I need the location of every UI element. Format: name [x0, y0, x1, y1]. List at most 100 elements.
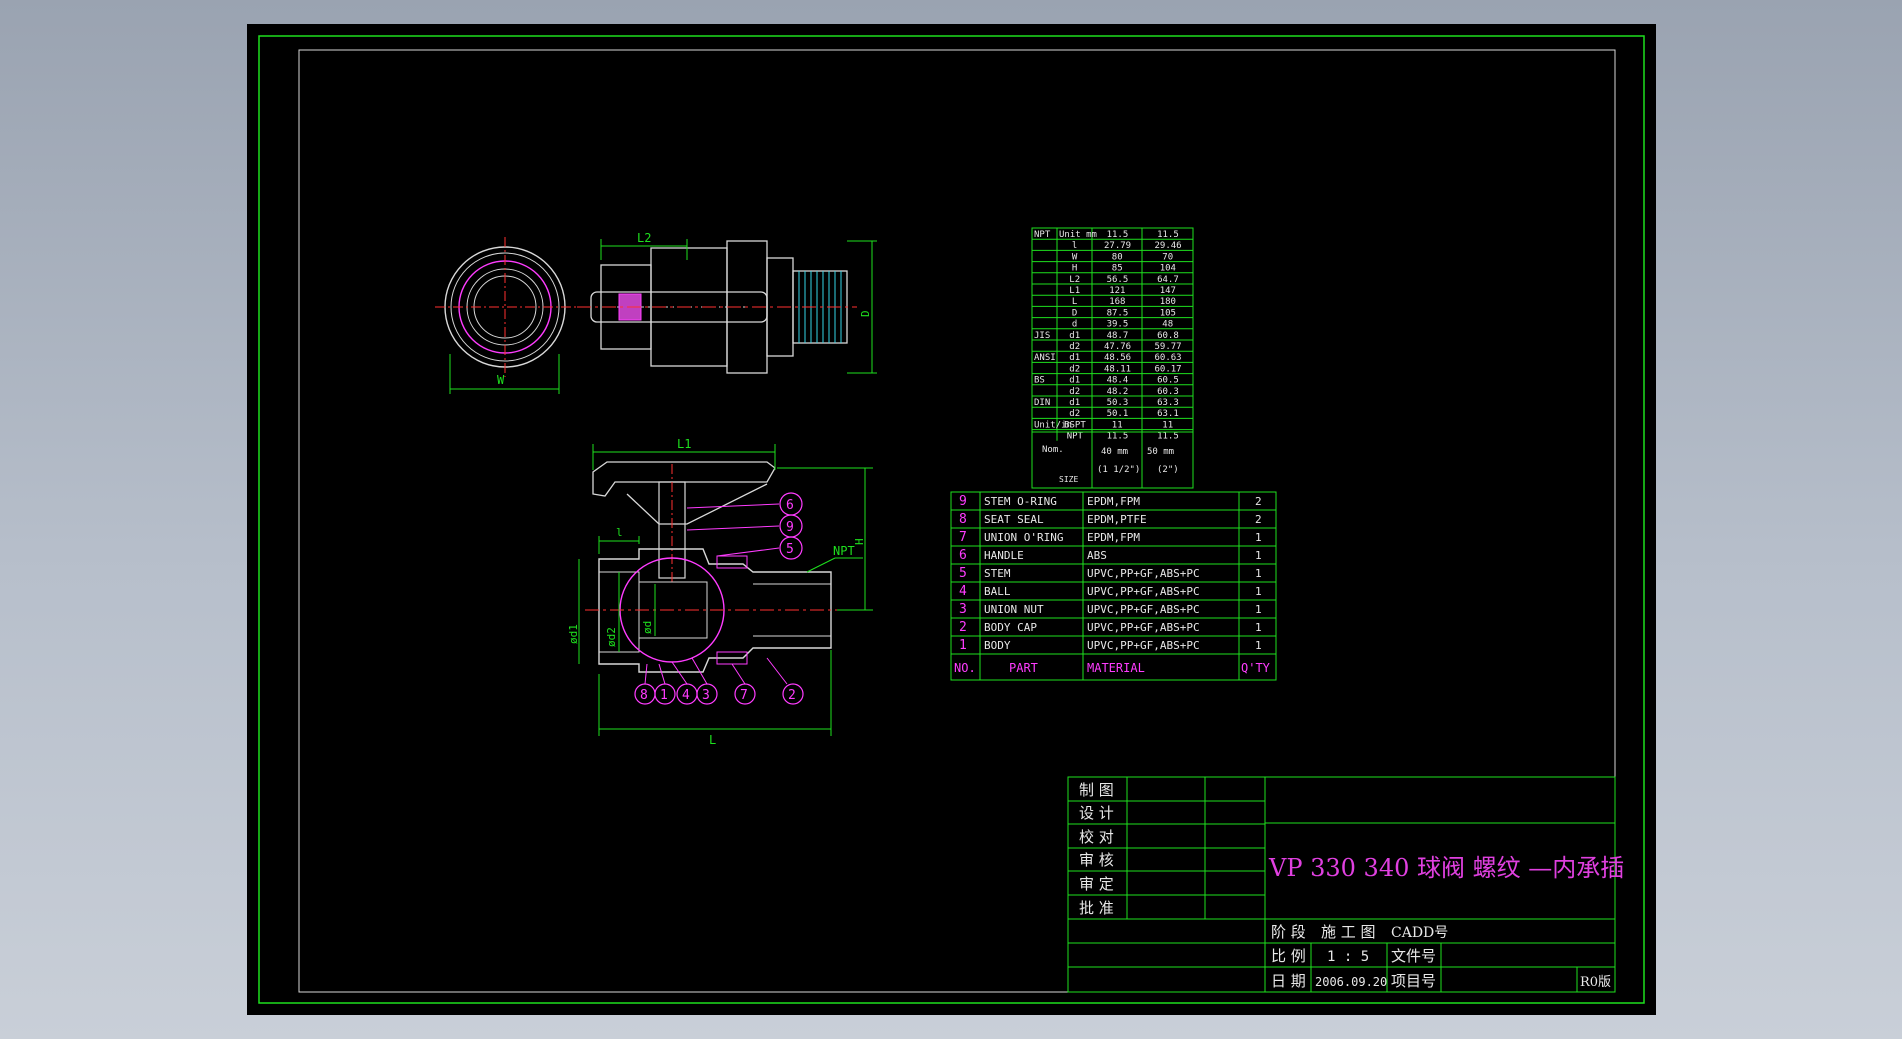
drawing-title: VP 330 340 球阀 螺纹 —内承插 — [1268, 854, 1624, 882]
parts-list-cell: 1 — [1255, 567, 1262, 580]
dim-table-cell: 11.5 — [1107, 432, 1129, 442]
tb-scale-label: 比 例 — [1271, 947, 1306, 965]
dim-table-cell: BSPT — [1064, 420, 1086, 430]
end-view: W — [435, 237, 577, 394]
dim-d2-label: ød2 — [605, 627, 618, 647]
inner-frame — [298, 49, 1616, 993]
parts-list-cell: STEM O-RING — [984, 495, 1057, 508]
tb-revision: R0版 — [1580, 975, 1611, 990]
parts-list-cell: BODY CAP — [984, 621, 1037, 634]
tb-stage-label: 阶 段 — [1271, 923, 1306, 941]
dim-table-cell: 50.3 — [1107, 398, 1129, 408]
balloons-bottom: 8 1 4 3 7 2 — [634, 657, 804, 705]
balloon-3: 3 — [702, 688, 710, 703]
dim-table-cell: 64.7 — [1157, 275, 1179, 285]
dim-table-cell: 48.56 — [1104, 353, 1131, 363]
parts-list-cell: 7 — [959, 530, 967, 545]
tb-label-approve: 审 定 — [1079, 875, 1114, 893]
parts-list-cell: 2 — [1255, 513, 1262, 526]
balloon-7: 7 — [740, 688, 748, 703]
dim-table-cell: L1 — [1069, 286, 1080, 296]
size-label: SIZE — [1059, 475, 1078, 484]
balloon-6: 6 — [786, 498, 794, 513]
dim-table-cell: 11.5 — [1157, 230, 1179, 240]
dim-table-cell: d2 — [1069, 409, 1080, 419]
dim-table-cell: Unit mm — [1059, 230, 1097, 240]
balloons-right: 6 9 5 — [779, 492, 803, 560]
dim-table-cell: 47.76 — [1104, 342, 1131, 352]
dim-table-cell: 27.79 — [1104, 241, 1131, 251]
dim-table-cell: d1 — [1069, 398, 1080, 408]
dim-table-cell: d — [1072, 320, 1077, 330]
parts-list-cell: 1 — [1255, 621, 1262, 634]
dimension-table: NPT Unit mm 11.5 11.5 l 27.79 29.46 W 80 70 H 85 104… — [1031, 227, 1194, 489]
parts-list-cell: BODY — [984, 639, 1011, 652]
tb-date-label: 日 期 — [1271, 972, 1306, 990]
nom-label: Nom. — [1042, 445, 1064, 455]
dim-d-label: D — [859, 310, 872, 317]
parts-list-cell: EPDM,PTFE — [1087, 513, 1147, 526]
balloon-9: 9 — [786, 520, 794, 535]
parts-list-cell: SEAT SEAL — [984, 513, 1044, 526]
parts-list-cell: EPDM,FPM — [1087, 495, 1140, 508]
dim-table-cell: 87.5 — [1107, 308, 1129, 318]
dim-l2-label: L2 — [637, 231, 651, 245]
balloon-5: 5 — [786, 542, 794, 557]
balloon-2: 2 — [788, 688, 796, 703]
dim-table-cell: 60.3 — [1157, 387, 1179, 397]
dim-table-cell: 11.5 — [1107, 230, 1129, 240]
dim-table-cell: d1 — [1069, 353, 1080, 363]
dim-table-cell: 60.5 — [1157, 376, 1179, 386]
dim-table-cell: 85 — [1112, 264, 1123, 274]
parts-list-cell: 1 — [1255, 639, 1262, 652]
parts-list-cell: 3 — [959, 602, 967, 617]
tb-file-label: 文件号 — [1391, 947, 1436, 965]
dim-table-cell: 60.17 — [1155, 364, 1182, 374]
parts-header-no: NO. — [954, 661, 976, 675]
parts-list-cell: 1 — [959, 638, 967, 653]
dim-table-cell: 11 — [1112, 420, 1123, 430]
dim-l1-label: L1 — [677, 437, 691, 451]
size-1-in: (1 1/2") — [1097, 465, 1140, 475]
parts-list-cell: UPVC,PP+GF,ABS+PC — [1087, 567, 1200, 580]
balloon-8: 8 — [640, 688, 648, 703]
dim-table-cell: 50.1 — [1107, 409, 1129, 419]
parts-list-cell: 6 — [959, 548, 967, 563]
dim-table-cell: 11 — [1162, 420, 1173, 430]
parts-list-cell: 9 — [959, 494, 967, 509]
dim-total-label: L — [709, 733, 716, 747]
dim-d-inner-label: ød — [641, 621, 654, 634]
dim-table-cell: ANSI — [1034, 353, 1056, 363]
parts-list-cell: 1 — [1255, 549, 1262, 562]
dim-table-cell: 180 — [1160, 297, 1176, 307]
dim-table-cell: 80 — [1112, 252, 1123, 262]
dim-table-cell: 63.1 — [1157, 409, 1179, 419]
dim-table-cell: d2 — [1069, 387, 1080, 397]
tb-scale-value: 1 : 5 — [1327, 949, 1369, 965]
dim-table-cell: d1 — [1069, 376, 1080, 386]
dim-table-cell: 63.3 — [1157, 398, 1179, 408]
dim-table-cell: 48.2 — [1107, 387, 1129, 397]
parts-list-cell: UNION NUT — [984, 603, 1044, 616]
dim-d1-label: ød1 — [567, 624, 580, 644]
dim-table-cell: L — [1072, 297, 1077, 307]
dim-socket-label: l — [616, 526, 623, 539]
tb-label-check: 校 对 — [1079, 828, 1114, 846]
parts-list-cell: UPVC,PP+GF,ABS+PC — [1087, 603, 1200, 616]
dim-table-cell: 60.8 — [1157, 331, 1179, 341]
parts-list-cell: BALL — [984, 585, 1011, 598]
tb-date-value: 2006.09.20 — [1315, 975, 1387, 989]
tb-label-draw: 制 图 — [1079, 781, 1114, 799]
dim-table-cell: 56.5 — [1107, 275, 1129, 285]
dim-table-cell: JIS — [1034, 331, 1050, 341]
dim-table-cell: 60.63 — [1155, 353, 1182, 363]
tb-label-ratify: 批 准 — [1079, 899, 1114, 917]
section-view: L1 L H l ød1 ød2 ød NPT 6 9 5 8 1 4 3 7 … — [567, 437, 873, 747]
dim-h-label: H — [853, 538, 866, 545]
dim-table-cell: 48.11 — [1104, 364, 1131, 374]
dim-table-cell: d2 — [1069, 342, 1080, 352]
dim-table-cell: 48.7 — [1107, 331, 1129, 341]
balloon-4: 4 — [682, 688, 690, 703]
dim-table-cell: 39.5 — [1107, 320, 1129, 330]
dim-table-cell: 48 — [1162, 320, 1173, 330]
